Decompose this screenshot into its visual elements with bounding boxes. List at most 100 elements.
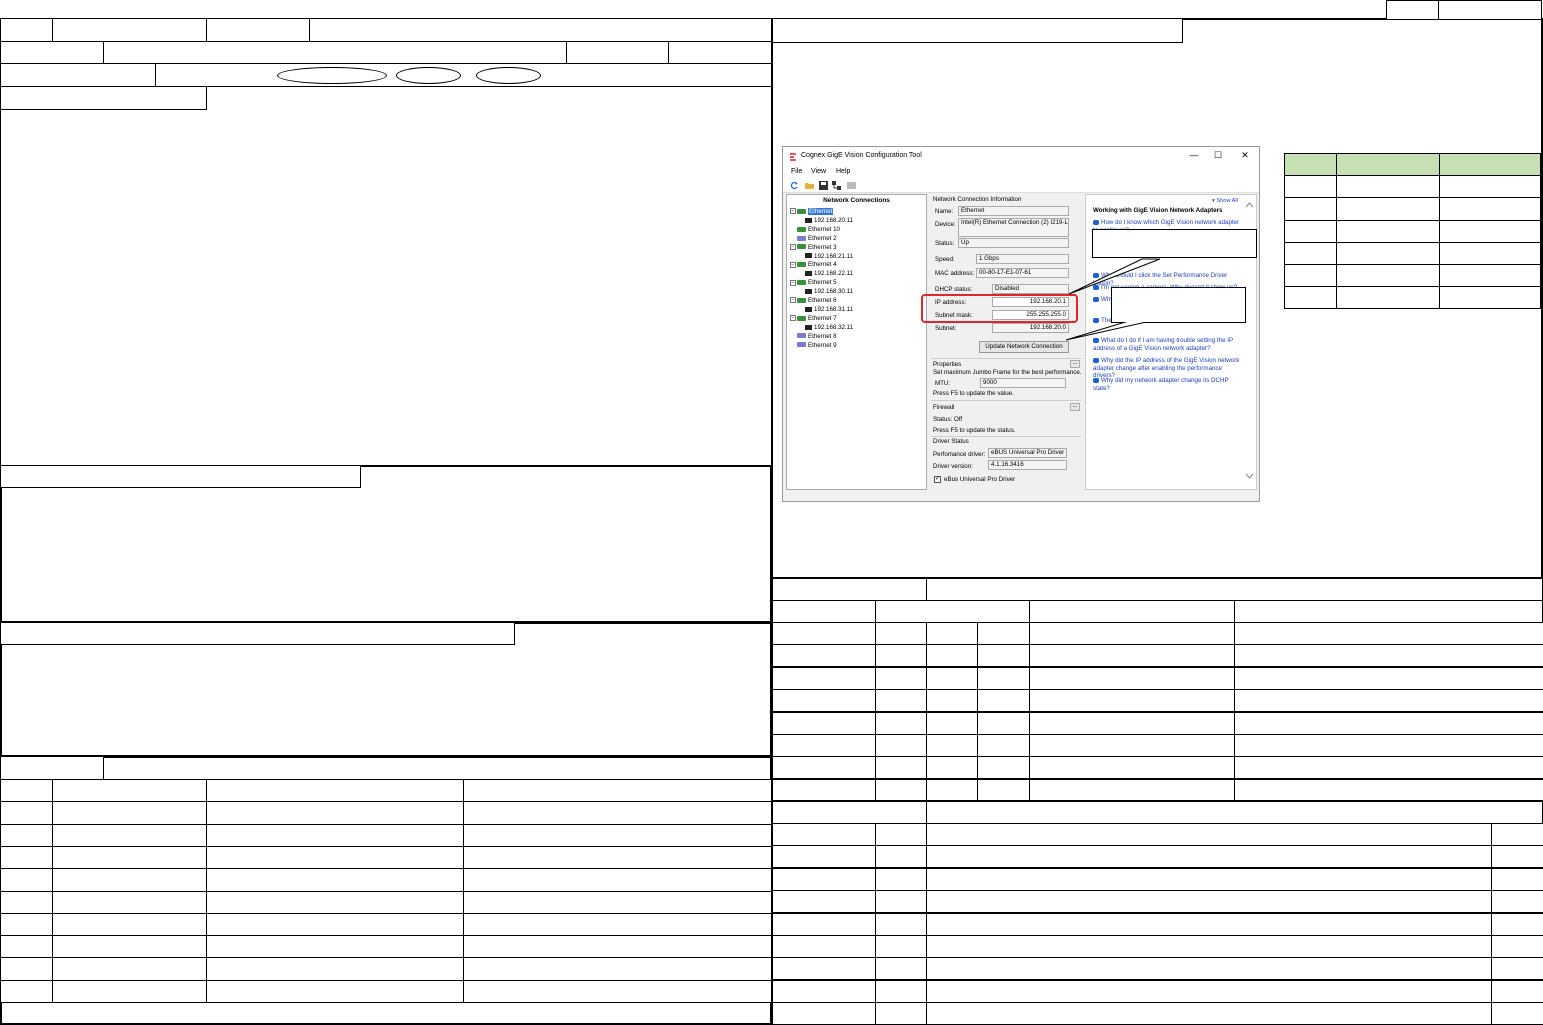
mtu-field: 9000: [980, 378, 1066, 388]
tree-adapter-item[interactable]: − Ethernet 5: [790, 278, 837, 287]
collapse-icon[interactable]: −: [790, 315, 796, 322]
right-table-cell: [1029, 622, 1235, 645]
device-field: Intel(R) Ethernet Connection (2) I219-LM: [958, 218, 1069, 237]
network-adapter-icon: [797, 342, 806, 348]
driver-version-field: 4.1.16.3416: [988, 460, 1067, 470]
right-bottom-cell: [772, 957, 876, 980]
close-icon[interactable]: ✕: [1238, 150, 1252, 161]
tree-adapter-item[interactable]: Ethernet 9: [790, 341, 837, 350]
update-network-connection-button[interactable]: Update Network Connection: [979, 341, 1069, 353]
collapse-icon[interactable]: −: [790, 261, 796, 268]
header-r2-c3: [566, 41, 669, 64]
camera-icon: [805, 288, 812, 294]
right-bottom-cell: [1491, 1002, 1543, 1025]
small-table-cell: [1284, 153, 1337, 176]
right-table-cell: [977, 712, 1030, 735]
right-table-cell: [772, 756, 876, 779]
right-table-cell: [977, 734, 1030, 757]
tree-camera-item[interactable]: 192.168.21.11: [805, 252, 853, 261]
section-2-box: [0, 465, 772, 623]
page-number-value-box: [1438, 0, 1542, 20]
left-table-cell: [463, 980, 772, 1003]
help-item-8[interactable]: Why did my network adapter change its DC…: [1093, 377, 1245, 392]
scroll-up-icon[interactable]: [1245, 202, 1254, 208]
tree-camera-item[interactable]: 192.168.31.11: [805, 305, 853, 314]
ebus-checkbox-label: eBus Universal Pro Driver: [944, 476, 1016, 483]
collapse-icon[interactable]: −: [790, 243, 796, 250]
collapse-icon[interactable]: −: [790, 279, 796, 286]
right-bottom-cell: [875, 935, 927, 958]
tree-adapter-item[interactable]: − Ethernet 6: [790, 296, 837, 305]
firewall-f5-hint: Press F5 to update the status.: [933, 427, 1016, 434]
left-table-cell: [463, 779, 772, 802]
left-table-cell: [52, 980, 207, 1003]
tree-item-label: 192.168.30.11: [814, 288, 854, 296]
tree-adapter-item[interactable]: Ethernet 2: [790, 234, 837, 243]
menu-help[interactable]: Help: [836, 168, 850, 175]
tree-adapter-item[interactable]: Ethernet 8: [790, 332, 837, 341]
tree-adapter-item[interactable]: Ethernet 10: [790, 225, 840, 234]
callout-box-1-cover: [1093, 230, 1256, 257]
tree-adapter-item[interactable]: − Ethernet 4: [790, 260, 837, 269]
camera-icon: [805, 253, 812, 259]
tree-camera-item[interactable]: 192.168.32.11: [805, 323, 853, 332]
small-table-cell: [1439, 242, 1541, 265]
right-bottom-cell: [1491, 845, 1543, 868]
menu-view[interactable]: View: [811, 168, 826, 175]
left-table-cell: [206, 980, 464, 1003]
help-title: Working with GigE Vision Network Adapter…: [1093, 207, 1223, 214]
tree-item-label: 192.168.22.11: [814, 270, 854, 278]
firewall-more-button[interactable]: ...: [1070, 403, 1080, 411]
header-r3-c1: [0, 63, 156, 87]
collapse-icon[interactable]: −: [790, 208, 796, 215]
right-table-cell: [1029, 644, 1235, 667]
left-table-cell: [463, 824, 772, 847]
ebus-checkbox[interactable]: ✓: [934, 476, 941, 483]
right-table-cell: [875, 667, 927, 690]
right-table-cell: [1029, 779, 1235, 802]
right-bottom-cell: [1491, 957, 1543, 980]
small-table-cell: [1336, 175, 1440, 198]
refresh-icon[interactable]: [790, 181, 799, 190]
right-table-cell: [875, 622, 927, 645]
right-table-cell: [1029, 689, 1235, 712]
firewall-divider: [931, 400, 1081, 401]
menu-file[interactable]: File: [791, 168, 802, 175]
maximize-icon[interactable]: ☐: [1211, 150, 1225, 161]
option-oval-1[interactable]: [277, 67, 387, 84]
left-table-cell: [52, 868, 207, 892]
cognex-logo-icon: [790, 153, 796, 161]
section-1-box: [0, 86, 772, 466]
network-icon[interactable]: [832, 181, 841, 190]
option-oval-2[interactable]: [396, 67, 461, 84]
left-table-cell: [0, 957, 53, 981]
tree-adapter-item[interactable]: − Ethernet: [790, 207, 834, 216]
option-oval-3[interactable]: [476, 67, 541, 84]
save-icon[interactable]: [819, 181, 828, 190]
tree-camera-item[interactable]: 192.168.20.11: [805, 216, 853, 225]
minimize-icon[interactable]: —: [1187, 150, 1201, 160]
right-table-cell: [926, 734, 978, 757]
properties-more-button[interactable]: ...: [1070, 360, 1080, 368]
name-field: Ethernet: [958, 206, 1069, 216]
tree-adapter-item[interactable]: − Ethernet 7: [790, 314, 837, 323]
small-table-cell: [1284, 286, 1337, 309]
network-connections-pane: Network Connections − Ethernet 192.168.20.…: [786, 194, 927, 490]
scroll-down-icon[interactable]: [1245, 473, 1254, 479]
show-all-link[interactable]: ▾ Show All: [1212, 198, 1238, 206]
section-1-title-tab: [0, 86, 207, 110]
left-table-cell: [52, 801, 207, 825]
page-number-label-box: [1386, 0, 1439, 20]
section-3-title-tab: [0, 622, 515, 645]
tree-adapter-item[interactable]: − Ethernet 3: [790, 243, 837, 252]
perf-driver-label: Perfomance driver:: [933, 451, 986, 458]
open-folder-icon[interactable]: [805, 181, 814, 190]
tree-camera-item[interactable]: 192.168.30.11: [805, 287, 853, 296]
left-table-cell: [52, 846, 207, 869]
tree-item-label: 192.168.32.11: [814, 323, 854, 331]
tree-camera-item[interactable]: 192.168.22.11: [805, 269, 853, 278]
tree-item-label: Ethernet 7: [808, 314, 837, 322]
tree-item-label: 192.168.31.11: [814, 305, 854, 313]
collapse-icon[interactable]: −: [790, 297, 796, 304]
camera-icon: [805, 271, 812, 277]
